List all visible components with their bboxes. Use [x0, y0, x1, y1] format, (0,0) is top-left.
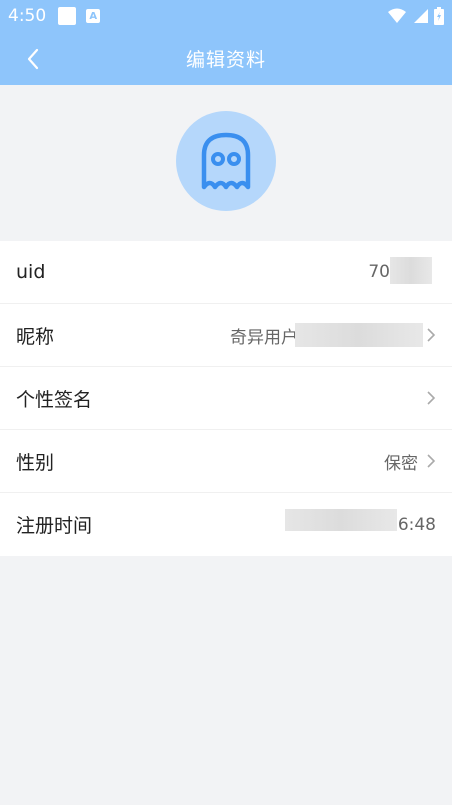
avatar[interactable] [176, 111, 276, 211]
wifi-icon [388, 8, 406, 23]
profile-list: uid 70 昵称 奇异用户 个性签名 性别 保密 注册时间 16:48 [0, 241, 452, 556]
row-uid: uid 70 [0, 241, 452, 304]
page-title: 编辑资料 [185, 49, 266, 71]
gender-value-wrap: 保密 [384, 449, 436, 474]
gender-value: 保密 [384, 453, 418, 474]
avatar-section [0, 85, 452, 241]
chevron-right-icon [426, 390, 436, 406]
chevron-left-icon [27, 48, 39, 70]
uid-value: 70 [368, 262, 390, 282]
signal-icon [414, 9, 428, 23]
chevron-right-icon [426, 453, 436, 469]
gender-label: 性别 [16, 451, 55, 474]
row-register-time: 注册时间 16:48 [0, 493, 452, 556]
back-button[interactable] [18, 44, 48, 74]
row-signature[interactable]: 个性签名 [0, 367, 452, 430]
status-bar: 4:50 A [0, 0, 452, 32]
ghost-icon [201, 132, 251, 190]
row-nickname[interactable]: 昵称 奇异用户 [0, 304, 452, 367]
chevron-right-icon [426, 327, 436, 343]
row-gender[interactable]: 性别 保密 [0, 430, 452, 493]
app-header: 编辑资料 [0, 32, 452, 85]
redaction-mask [295, 323, 423, 347]
keyboard-badge-icon: A [86, 9, 101, 23]
uid-label: uid [16, 261, 46, 283]
redaction-mask [285, 509, 397, 531]
signature-label: 个性签名 [16, 388, 93, 411]
nickname-label: 昵称 [16, 325, 55, 348]
battery-icon [434, 7, 444, 25]
notification-icon [58, 7, 77, 25]
nickname-value: 奇异用户 [230, 327, 298, 348]
signature-value-wrap [418, 390, 436, 406]
redaction-mask [390, 257, 432, 284]
status-time: 4:50 [8, 6, 47, 26]
register-time-label: 注册时间 [16, 515, 93, 537]
